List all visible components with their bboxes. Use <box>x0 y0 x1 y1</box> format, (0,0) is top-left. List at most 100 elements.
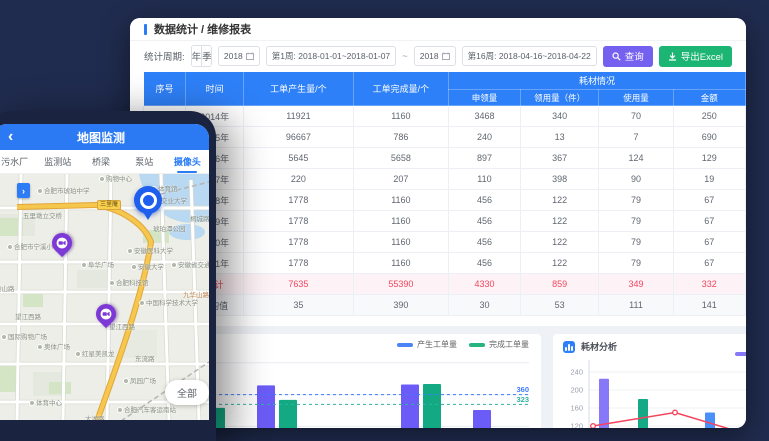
table-row: 合计7635553904330859349332 <box>144 274 746 295</box>
table-cell: 111 <box>599 295 673 316</box>
poi-icon <box>117 407 123 413</box>
map-poi-label: 国际购物广场 <box>1 334 47 341</box>
end-year-picker[interactable]: 2018 <box>414 46 456 66</box>
table-cell: 67 <box>673 190 745 211</box>
col-header-time: 时间 <box>185 72 243 106</box>
poi-icon <box>109 280 115 286</box>
map-poi-label: 安徽省交通厅 <box>171 262 209 269</box>
map-poi-label: 奥体广场 <box>37 344 70 351</box>
period-label: 统计周期: <box>144 49 185 63</box>
table-cell: 70 <box>599 106 673 127</box>
svg-text:200: 200 <box>570 386 583 395</box>
table-cell: 240 <box>449 127 521 148</box>
table-cell: 7 <box>599 127 673 148</box>
table-cell: 79 <box>599 253 673 274</box>
start-year-picker[interactable]: 2018 <box>218 46 260 66</box>
table-cell: 67 <box>673 232 745 253</box>
map-expander-button[interactable]: › <box>17 183 30 198</box>
map-poi-label: 黄山路 <box>0 286 15 293</box>
show-all-button[interactable]: 全部 <box>165 380 209 405</box>
table-cell: 1160 <box>353 253 448 274</box>
table-cell: 13 <box>520 127 599 148</box>
period-segmented-control: 年季月周日 <box>191 45 212 67</box>
phone-screen: ‹ 地图监测 污水厂监测站桥梁泵站摄像头 <box>0 124 209 420</box>
table-cell: 1160 <box>353 232 448 253</box>
table-cell: 1778 <box>244 253 353 274</box>
phone-tab-监测站[interactable]: 监测站 <box>36 150 79 173</box>
col-header-completed: 工单完成量/个 <box>353 72 448 106</box>
table-cell: 690 <box>673 127 745 148</box>
back-icon[interactable]: ‹ <box>8 125 13 149</box>
table-cell: 5658 <box>353 148 448 169</box>
phone-tab-污水厂[interactable]: 污水厂 <box>0 150 36 173</box>
table-cell: 1160 <box>353 190 448 211</box>
search-icon <box>612 52 621 61</box>
table-body: 12014年11921116034683407025022015年9666778… <box>144 106 746 316</box>
svg-text:360: 360 <box>516 385 529 394</box>
col-header-sub-0: 申领量 <box>449 90 521 106</box>
end-week-picker[interactable]: 第16周: 2018-04-16~2018-04-22 <box>462 46 597 66</box>
table-cell: 390 <box>353 295 448 316</box>
phone-tab-泵站[interactable]: 泵站 <box>123 150 166 173</box>
table-row: 52018年177811604561227967 <box>144 190 746 211</box>
svg-text:240: 240 <box>570 368 583 377</box>
map-poi-label: 安徽大学 <box>131 264 164 271</box>
filter-bar: 统计周期: 年季月周日 2018 第1周: 2018-01-01~2018-01… <box>130 41 746 71</box>
poi-icon <box>123 378 129 384</box>
period-option-季[interactable]: 季 <box>202 46 212 66</box>
table-row: 82021年177811604561227967 <box>144 253 746 274</box>
breadcrumb: 数据统计 / 维修报表 <box>154 21 251 37</box>
table-cell: 122 <box>520 253 599 274</box>
charts-row: 产生工单量完成工单量 360323 耗材分析 2402001601208040 <box>130 326 746 428</box>
map-poi-label: 中国科学技术大学 <box>139 300 198 307</box>
table-cell: 122 <box>520 232 599 253</box>
selected-camera-pin-tail <box>143 212 153 220</box>
table-cell: 456 <box>449 253 521 274</box>
map-poi-label: 五里墩立交桥 <box>23 213 62 220</box>
table-cell: 456 <box>449 211 521 232</box>
phone-tab-摄像头[interactable]: 摄像头 <box>166 150 209 173</box>
map-poi-label: 合肥科技馆 <box>109 280 149 287</box>
col-header-sub-1: 领用量（件） <box>520 90 599 106</box>
phone-page-title: 地图监测 <box>77 129 125 146</box>
col-header-index: 序号 <box>144 72 186 106</box>
phone-mockup: ‹ 地图监测 污水厂监测站桥梁泵站摄像头 <box>0 111 216 441</box>
phone-tab-桥梁[interactable]: 桥梁 <box>79 150 122 173</box>
poi-icon <box>81 262 87 268</box>
table-cell: 349 <box>599 274 673 295</box>
table-row: 平均值353903053111141 <box>144 295 746 316</box>
period-option-年[interactable]: 年 <box>192 46 203 66</box>
table-cell: 456 <box>449 232 521 253</box>
calendar-icon <box>442 52 450 60</box>
map-poi-label: 合肥市琥珀中学 <box>37 188 90 195</box>
map-poi-label: 凤园广场 <box>123 378 156 385</box>
table-row: 32016年56455658897367124129 <box>144 148 746 169</box>
download-icon <box>668 52 677 61</box>
camera-icon <box>56 237 68 249</box>
query-button[interactable]: 查询 <box>603 46 653 67</box>
table-cell: 398 <box>520 169 599 190</box>
table-cell: 11921 <box>244 106 353 127</box>
map-poi-label: 东流路 <box>135 356 155 363</box>
export-excel-button[interactable]: 导出Excel <box>659 46 732 67</box>
poi-icon <box>75 351 81 357</box>
poi-icon <box>139 300 145 306</box>
range-separator: ~ <box>402 51 408 62</box>
map-poi-label: 太湖路 <box>85 416 105 420</box>
table-cell: 67 <box>673 211 745 232</box>
poi-icon <box>171 262 177 268</box>
map-poi-label: 望江西路 <box>109 324 135 331</box>
table-cell: 1778 <box>244 211 353 232</box>
table-row: 42017年2202071103989019 <box>144 169 746 190</box>
start-week-picker[interactable]: 第1周: 2018-01-01~2018-01-07 <box>266 46 396 66</box>
col-header-sub-3: 金额 <box>673 90 745 106</box>
table-cell: 53 <box>520 295 599 316</box>
table-cell: 332 <box>673 274 745 295</box>
table-cell: 5645 <box>244 148 353 169</box>
map-poi-label: 体育中心 <box>29 400 62 407</box>
selected-camera-pin[interactable] <box>134 186 162 214</box>
poi-icon <box>127 248 133 254</box>
table-cell: 79 <box>599 232 673 253</box>
map-view[interactable]: 购物中心体育馆合肥市琥珀中学安徽交业大学桐城路五里墩立交桥琥珀潭公园安徽医科大学… <box>0 174 209 420</box>
consumables-chart: 耗材分析 2402001601208040 <box>553 334 746 428</box>
